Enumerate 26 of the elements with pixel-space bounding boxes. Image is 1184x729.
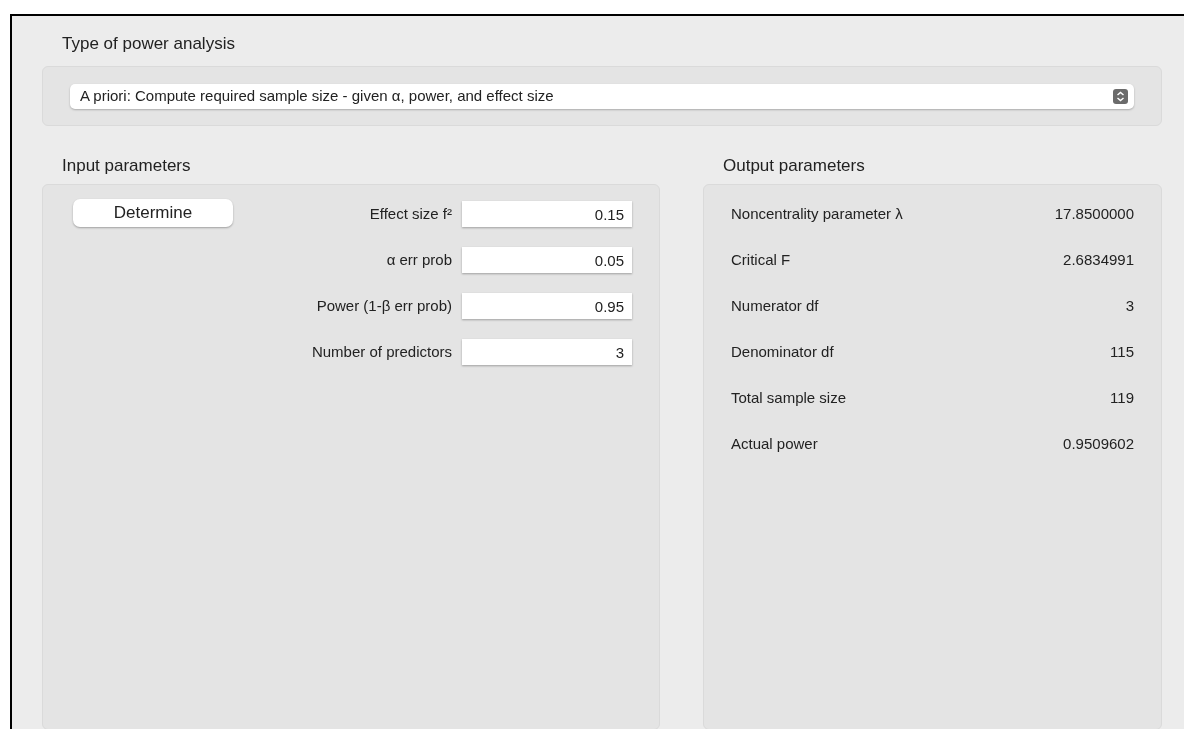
parameter-field[interactable]: 0.05 [462,247,632,273]
parameter-field[interactable]: 3 [462,339,632,365]
parameter-label: Number of predictors [311,341,452,362]
output-label: Actual power [731,434,818,454]
parameter-label: α err prob [386,249,452,270]
analysis-type-select[interactable]: A priori: Compute required sample size - given α, power, and effect size [70,84,1134,109]
parameter-field[interactable]: 0.95 [462,293,632,319]
stepper-icon [1113,89,1128,104]
output-value: 2.6834991 [1063,250,1134,270]
section-title: Input parameters [61,156,192,176]
output-value: 0.9509602 [1063,434,1134,454]
parameter-field[interactable]: 0.15 [462,201,632,227]
section-title: Output parameters [722,156,866,176]
output-value: 115 [1110,342,1134,362]
section-title: Type of power analysis [61,34,236,54]
parameter-label: Effect size f² [369,203,452,224]
parameter-label: Power (1-β err prob) [316,295,452,316]
output-label: Noncentrality parameter λ [731,204,903,224]
output-value: 17.8500000 [1054,204,1134,224]
output-value: 119 [1110,388,1134,408]
output-label: Total sample size [731,388,847,408]
output-label: Denominator df [731,342,834,362]
output-label: Critical F [731,250,791,270]
output-label: Numerator df [731,296,819,316]
output-value: 3 [1125,296,1134,316]
determine-button[interactable]: Determine [73,199,233,227]
